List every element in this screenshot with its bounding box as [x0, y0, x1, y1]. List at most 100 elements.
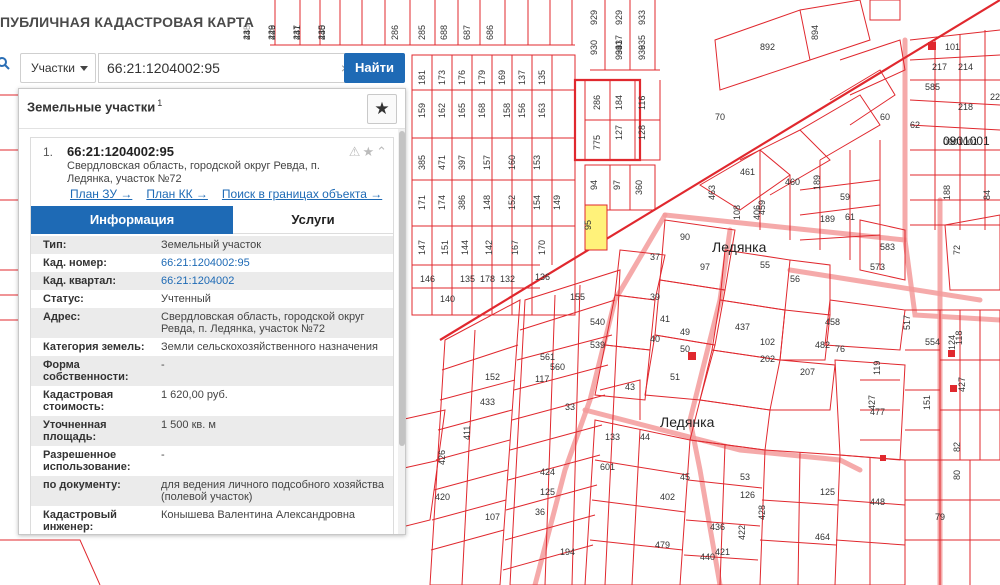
parcel-number: 94: [589, 180, 599, 190]
parcel-number: 189: [812, 175, 822, 190]
parcel-number: 286: [390, 25, 400, 40]
parcel-number: 107: [485, 512, 500, 522]
parcel-number: 427: [957, 377, 967, 392]
panel-scrollbar[interactable]: [398, 129, 405, 534]
parcel-number: 583: [880, 242, 895, 252]
parcel-number: 151: [922, 395, 932, 410]
search-bar: Участки 66:21:1204002:95 × Найти: [18, 51, 408, 85]
favorites-button[interactable]: ★: [367, 94, 397, 124]
parcel-number: 51: [670, 372, 680, 382]
parcel-number: 464: [815, 532, 830, 542]
tab-services[interactable]: Услуги: [233, 206, 393, 234]
parcel-number: 76: [835, 344, 845, 354]
info-value[interactable]: 66:21:1204002:95: [149, 257, 387, 269]
info-row: Статус: Учтенный: [31, 290, 393, 308]
info-table: Тип: Земельный участок Кад. номер: 66:21:12…: [31, 236, 393, 534]
parcel-number: 458: [825, 317, 840, 327]
link-search-within[interactable]: Поиск в границах объекта →: [222, 187, 382, 201]
parcel-number: 151: [440, 240, 450, 255]
parcel-number: 189: [820, 214, 835, 224]
parcel-number: 80: [952, 470, 962, 480]
parcel-number: 179: [477, 70, 487, 85]
parcel-number: 108: [732, 205, 742, 220]
link-plan-zu[interactable]: План ЗУ →: [70, 187, 132, 201]
result-index: 1.: [43, 145, 54, 159]
parcel-number: 153: [532, 155, 542, 170]
parcel-number: 159: [417, 103, 427, 118]
parcel-number: 158: [502, 103, 512, 118]
info-key: Кадастровый инженер:: [43, 509, 117, 533]
info-value: 1 500 кв. м: [161, 419, 216, 431]
parcel-number: 386: [457, 195, 467, 210]
search-input[interactable]: 66:21:1204002:95 ×: [98, 53, 358, 83]
link-plan-kk[interactable]: План КК →: [146, 187, 208, 201]
info-value[interactable]: 66:21:1204002: [149, 275, 387, 287]
result-tools-icons[interactable]: ⚠★⌃: [349, 144, 389, 160]
parcel-number: 560: [550, 362, 565, 372]
parcel-number: 132: [500, 274, 515, 284]
parcel-number: 135: [537, 70, 547, 85]
parcel-number: 137: [517, 70, 527, 85]
info-row: Форма собственности: -: [31, 356, 393, 386]
parcel-number: 155: [570, 292, 585, 302]
parcel-number: 148: [482, 195, 492, 210]
parcel-number: 125: [820, 487, 835, 497]
parcel-number: 128: [637, 125, 647, 140]
info-row: Тип: Земельный участок: [31, 236, 393, 254]
parcel-number: 165: [457, 103, 467, 118]
parcel-number: 44: [640, 432, 650, 442]
parcel-number: 49: [680, 327, 690, 337]
selected-parcel-label: 95: [583, 220, 593, 230]
parcel-number: 214: [958, 62, 973, 72]
info-row: по документу: для ведения личного подсобн…: [31, 476, 393, 506]
parcel-number: 136: [535, 272, 550, 282]
parcel-number: 479: [655, 540, 670, 550]
search-button[interactable]: Найти: [344, 53, 405, 83]
search-query: 66:21:1204002:95: [107, 60, 220, 76]
parcel-number: 90: [680, 232, 690, 242]
parcel-number: 167: [510, 240, 520, 255]
sidebar-search-icon[interactable]: [0, 56, 10, 80]
parcel-number: 41: [660, 314, 670, 324]
tab-info[interactable]: Информация: [31, 206, 233, 234]
parcel-number: 461: [740, 167, 755, 177]
parcel-number: 147: [417, 240, 427, 255]
parcel-number: 169: [497, 70, 507, 85]
scrollbar-thumb[interactable]: [399, 131, 405, 446]
parcel-number: 146: [420, 274, 435, 284]
parcel-number: 517: [902, 315, 912, 330]
parcel-number: 688: [439, 25, 449, 40]
parcel-number: 170: [537, 240, 547, 255]
parcel-number: 157: [482, 155, 492, 170]
parcel-number: 37: [650, 252, 660, 262]
parcel-number: 285: [417, 25, 427, 40]
parcel-number: 433: [480, 397, 495, 407]
parcel-number: 426: [437, 450, 447, 465]
info-value: Свердловская область, городской округ Ре…: [161, 311, 365, 335]
info-row: Уточненная площадь: 1 500 кв. м: [31, 416, 393, 446]
parcel-number: 218: [958, 102, 973, 112]
result-cad-number[interactable]: 66:21:1204002:95: [67, 144, 174, 159]
parcel-number: 775: [592, 135, 602, 150]
info-row: Кад. номер: 66:21:1204002:95: [31, 254, 393, 272]
parcel-number: 174: [437, 195, 447, 210]
star-icon: ★: [374, 99, 390, 118]
info-value: для ведения личного подсобного хозяйства…: [161, 479, 384, 503]
place-label-ledyanka-2: Ледянка: [660, 414, 715, 430]
parcel-number: 460: [785, 177, 800, 187]
parcel-number: 429: [267, 25, 277, 40]
parcel-number: 440: [700, 552, 715, 562]
info-value: Учтенный: [161, 293, 211, 305]
info-row: Разрешенное использование: -: [31, 446, 393, 476]
parcel-number: 420: [435, 492, 450, 502]
panel-header: Земельные участки 1 ★: [19, 89, 405, 129]
chevron-down-icon: [80, 66, 88, 71]
search-type-select[interactable]: Участки: [20, 53, 96, 83]
parcel-number: 156: [517, 103, 527, 118]
info-row: Кадастровый инженер: Конышева Валентина А…: [31, 506, 393, 534]
parcel-number: 152: [507, 195, 517, 210]
info-key: Тип:: [43, 239, 67, 251]
info-value: Земельный участок: [161, 239, 262, 251]
parcel-number: 53: [740, 472, 750, 482]
place-label-ledyanka-1: Ледянка: [712, 239, 767, 255]
